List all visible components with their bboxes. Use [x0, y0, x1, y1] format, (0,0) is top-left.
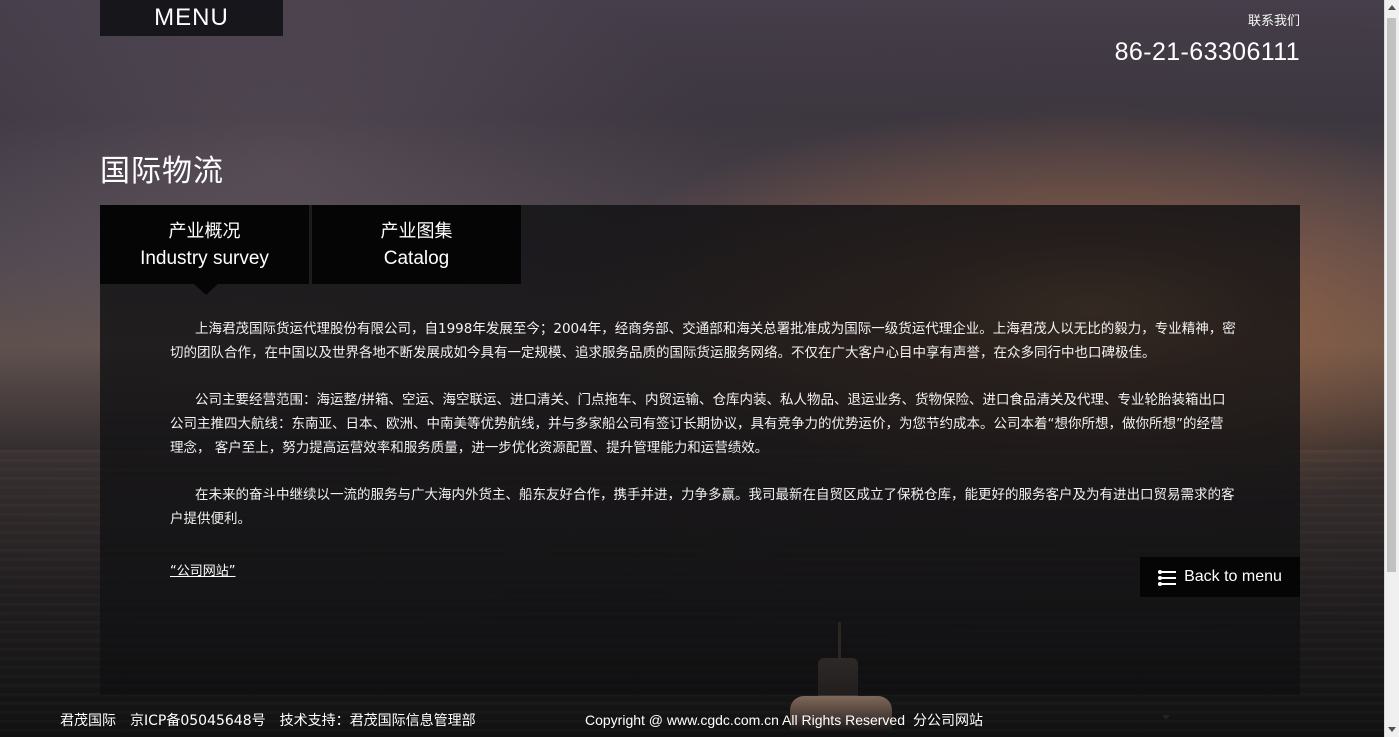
company-website-link[interactable]: “公司网站” [170, 560, 235, 579]
back-to-menu-label: Back to menu [1184, 568, 1282, 585]
paragraph-future-plan: 在未来的奋斗中继续以一流的服务与广大海内外货主、船东友好合作，携手并进，力争多赢… [170, 487, 1235, 527]
list-icon-line [1158, 569, 1177, 574]
branch-website-label: 分公司网站 [913, 712, 983, 728]
menu-button-label: MENU [154, 4, 229, 31]
branch-website-select[interactable]: 分公司网站 [913, 710, 983, 730]
footer-center: Copyright @ www.cgdc.com.cn All Rights R… [585, 710, 983, 730]
content-panel: 产业概况 Industry survey 产业图集 Catalog 上海君茂国际… [100, 205, 1300, 695]
page-title: 国际物流 [100, 154, 224, 189]
footer-left: 君茂国际 京ICP备05045648号 技术支持：君茂国际信息管理部 [60, 710, 476, 730]
list-icon-line [1158, 575, 1177, 580]
copyright-text: Copyright @ www.cgdc.com.cn All Rights R… [585, 712, 905, 728]
paragraph-business-scope: 公司主要经营范围：海运整/拼箱、空运、海空联运、进口清关、门点拖车、内贸运输、仓… [170, 392, 1226, 456]
contact-link[interactable]: 联系我们 [1248, 10, 1300, 29]
back-to-menu-button[interactable]: Back to menu [1140, 557, 1300, 597]
footer-brand: 君茂国际 [60, 713, 116, 729]
list-icon-line [1158, 581, 1177, 586]
phone-number: 86-21-63306111 [1114, 38, 1300, 66]
list-icon [1158, 569, 1177, 586]
footer: 君茂国际 京ICP备05045648号 技术支持：君茂国际信息管理部 Copyr… [0, 701, 1385, 737]
scroll-thumb[interactable] [1387, 18, 1396, 572]
tab-industry-survey-cn: 产业概况 [168, 220, 241, 242]
vertical-scrollbar[interactable] [1384, 0, 1399, 737]
tab-bar: 产业概况 Industry survey 产业图集 Catalog [100, 205, 521, 295]
chevron-down-icon[interactable] [1162, 715, 1170, 720]
tab-industry-survey-en: Industry survey [140, 247, 269, 269]
footer-support: 技术支持：君茂国际信息管理部 [279, 713, 476, 729]
scroll-up-icon[interactable] [1388, 5, 1396, 10]
tab-catalog-cn: 产业图集 [380, 220, 453, 242]
footer-icp: 京ICP备05045648号 [130, 713, 266, 729]
article-content: 上海君茂国际货运代理股份有限公司，自1998年发展至今；2004年，经商务部、交… [170, 317, 1236, 554]
paragraph-company-history: 上海君茂国际货运代理股份有限公司，自1998年发展至今；2004年，经商务部、交… [170, 321, 1236, 361]
tab-catalog[interactable]: 产业图集 Catalog [312, 205, 521, 284]
tab-catalog-en: Catalog [383, 247, 450, 269]
scroll-down-icon[interactable] [1388, 727, 1396, 732]
tab-industry-survey[interactable]: 产业概况 Industry survey [100, 205, 309, 295]
menu-button[interactable]: MENU [100, 0, 283, 36]
